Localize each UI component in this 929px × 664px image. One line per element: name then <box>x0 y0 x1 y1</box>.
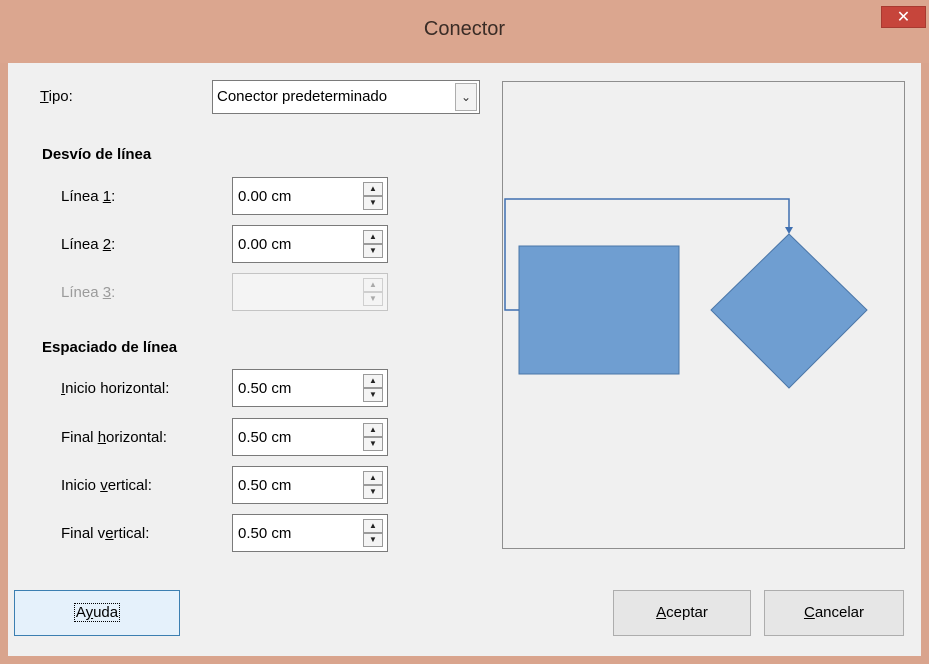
cancel-button-label: Cancelar <box>803 604 865 621</box>
spin-buttons: ▲ ▼ <box>363 278 383 306</box>
spin-down-button[interactable]: ▼ <box>363 437 383 451</box>
spin-down-button[interactable]: ▼ <box>363 533 383 547</box>
linea-1-spinbox[interactable]: 0.00 cm ▲ ▼ <box>232 177 388 215</box>
title-bar: Conector ✕ <box>0 0 929 63</box>
linea-3-label: Línea 3: <box>61 284 116 301</box>
arrow-up-icon: ▲ <box>369 473 377 482</box>
spin-up-button[interactable]: ▲ <box>363 471 383 485</box>
spin-buttons: ▲ ▼ <box>363 519 383 547</box>
spin-down-button[interactable]: ▼ <box>363 196 383 210</box>
dropdown-arrow-button[interactable]: ⌄ <box>455 83 477 111</box>
linea-2-label: Línea 2: <box>61 236 116 253</box>
dialog-body: Tipo: Conector predeterminado ⌄ Desvío d… <box>8 63 921 656</box>
inicio-vertical-value: 0.50 cm <box>238 477 292 494</box>
close-icon: ✕ <box>896 9 911 26</box>
spin-buttons: ▲ ▼ <box>363 230 383 258</box>
spin-up-button: ▲ <box>363 278 383 292</box>
cancel-button[interactable]: Cancelar <box>764 590 904 636</box>
linea-3-spinbox: ▲ ▼ <box>232 273 388 311</box>
spin-up-button[interactable]: ▲ <box>363 374 383 388</box>
spin-up-button[interactable]: ▲ <box>363 230 383 244</box>
inicio-horizontal-value: 0.50 cm <box>238 380 292 397</box>
desvio-header: Desvío de línea <box>42 146 152 163</box>
preview-rectangle <box>518 245 680 375</box>
inicio-horizontal-spinbox[interactable]: 0.50 cm ▲ ▼ <box>232 369 388 407</box>
accept-button[interactable]: Aceptar <box>613 590 751 636</box>
arrow-down-icon: ▼ <box>369 198 377 207</box>
arrow-down-icon: ▼ <box>369 535 377 544</box>
final-vertical-spinbox[interactable]: 0.50 cm ▲ ▼ <box>232 514 388 552</box>
espaciado-header: Espaciado de línea <box>42 339 178 356</box>
arrow-down-icon: ▼ <box>369 294 377 303</box>
arrow-up-icon: ▲ <box>369 184 377 193</box>
arrow-up-icon: ▲ <box>369 521 377 530</box>
linea-1-value: 0.00 cm <box>238 188 292 205</box>
linea-2-spinbox[interactable]: 0.00 cm ▲ ▼ <box>232 225 388 263</box>
preview-canvas <box>504 198 868 389</box>
arrow-down-icon: ▼ <box>369 390 377 399</box>
spin-buttons: ▲ ▼ <box>363 471 383 499</box>
final-vertical-label: Final vertical: <box>61 525 150 542</box>
spin-up-button[interactable]: ▲ <box>363 519 383 533</box>
spin-buttons: ▲ ▼ <box>363 423 383 451</box>
final-horizontal-spinbox[interactable]: 0.50 cm ▲ ▼ <box>232 418 388 456</box>
close-button[interactable]: ✕ <box>881 6 926 28</box>
preview-arrowhead <box>785 227 793 234</box>
final-vertical-value: 0.50 cm <box>238 525 292 542</box>
preview-diamond <box>710 233 868 389</box>
spin-down-button[interactable]: ▼ <box>363 485 383 499</box>
spin-buttons: ▲ ▼ <box>363 374 383 402</box>
inicio-vertical-spinbox[interactable]: 0.50 cm ▲ ▼ <box>232 466 388 504</box>
window-title: Conector <box>423 18 506 40</box>
connector-preview <box>502 81 905 549</box>
arrow-up-icon: ▲ <box>369 280 377 289</box>
inicio-vertical-label: Inicio vertical: <box>61 477 152 494</box>
arrow-down-icon: ▼ <box>369 246 377 255</box>
tipo-label: Tipo: <box>40 88 73 105</box>
help-button[interactable]: Ayuda <box>14 590 180 636</box>
spin-up-button[interactable]: ▲ <box>363 182 383 196</box>
spin-down-button: ▼ <box>363 292 383 306</box>
tipo-dropdown[interactable]: Conector predeterminado ⌄ <box>212 80 480 114</box>
arrow-up-icon: ▲ <box>369 376 377 385</box>
accept-button-label: Aceptar <box>656 604 708 621</box>
spin-buttons: ▲ ▼ <box>363 182 383 210</box>
arrow-down-icon: ▼ <box>369 487 377 496</box>
spin-up-button[interactable]: ▲ <box>363 423 383 437</box>
help-button-label: Ayuda <box>73 603 121 622</box>
linea-2-value: 0.00 cm <box>238 236 292 253</box>
spin-down-button[interactable]: ▼ <box>363 388 383 402</box>
final-horizontal-value: 0.50 cm <box>238 429 292 446</box>
spin-down-button[interactable]: ▼ <box>363 244 383 258</box>
arrow-up-icon: ▲ <box>369 232 377 241</box>
inicio-horizontal-label: Inicio horizontal: <box>61 380 170 397</box>
chevron-down-icon: ⌄ <box>460 90 472 104</box>
final-horizontal-label: Final horizontal: <box>61 429 167 446</box>
arrow-down-icon: ▼ <box>369 439 377 448</box>
arrow-up-icon: ▲ <box>369 425 377 434</box>
linea-1-label: Línea 1: <box>61 188 116 205</box>
tipo-selected-value: Conector predeterminado <box>217 88 388 105</box>
